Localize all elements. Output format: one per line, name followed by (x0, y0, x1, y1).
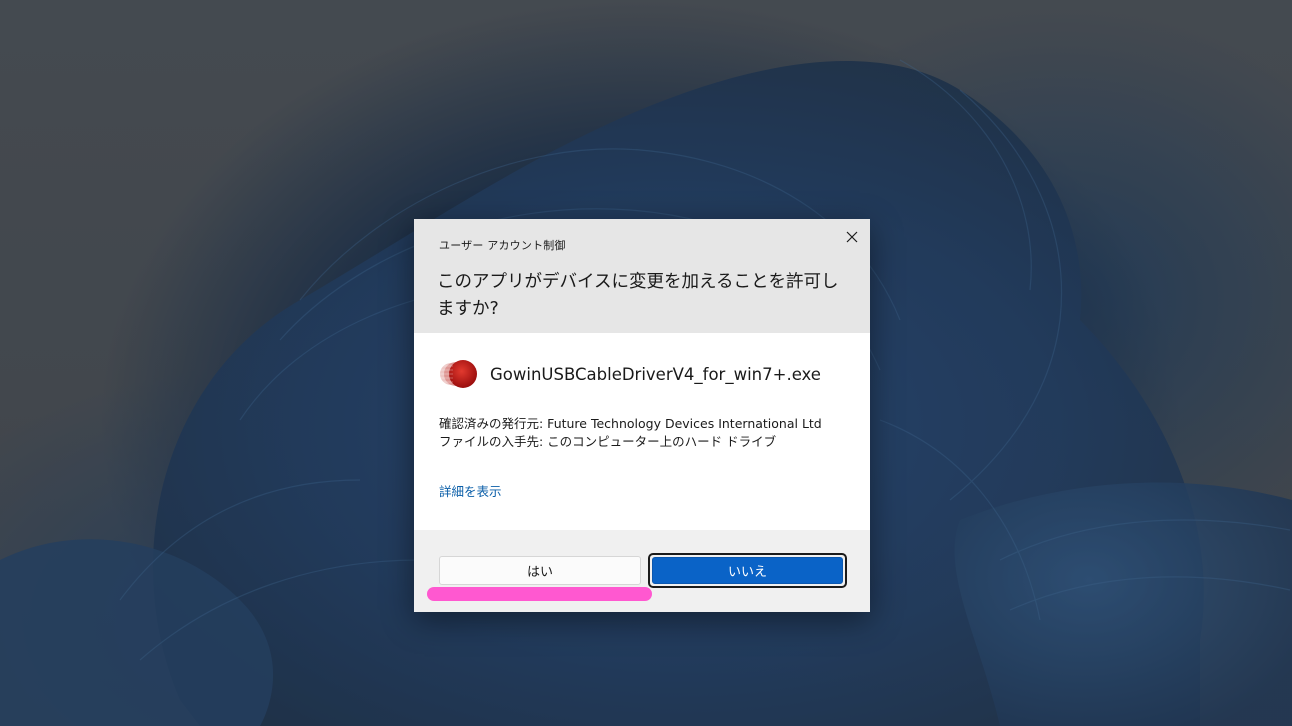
close-icon (846, 231, 858, 243)
app-row: GowinUSBCableDriverV4_for_win7+.exe (439, 357, 849, 391)
dialog-header: ユーザー アカウント制御 このアプリがデバイスに変更を加えることを許可しますか? (414, 219, 870, 333)
no-button[interactable]: いいえ (652, 557, 843, 584)
app-details: 確認済みの発行元: Future Technology Devices Inte… (439, 415, 822, 451)
dialog-caption: ユーザー アカウント制御 (439, 239, 566, 252)
red-disc-app-icon (440, 360, 477, 388)
show-details-link[interactable]: 詳細を表示 (439, 481, 502, 500)
dialog-question: このアプリがデバイスに変更を加えることを許可しますか? (437, 272, 839, 319)
close-button[interactable] (840, 225, 864, 249)
app-name: GowinUSBCableDriverV4_for_win7+.exe (490, 364, 821, 384)
origin-line: ファイルの入手先: このコンピューター上のハード ドライブ (439, 434, 777, 449)
annotation-highlight (427, 587, 652, 601)
uac-dialog: ユーザー アカウント制御 このアプリがデバイスに変更を加えることを許可しますか? (414, 219, 870, 612)
publisher-line: 確認済みの発行元: Future Technology Devices Inte… (439, 416, 822, 431)
yes-button[interactable]: はい (439, 556, 641, 585)
